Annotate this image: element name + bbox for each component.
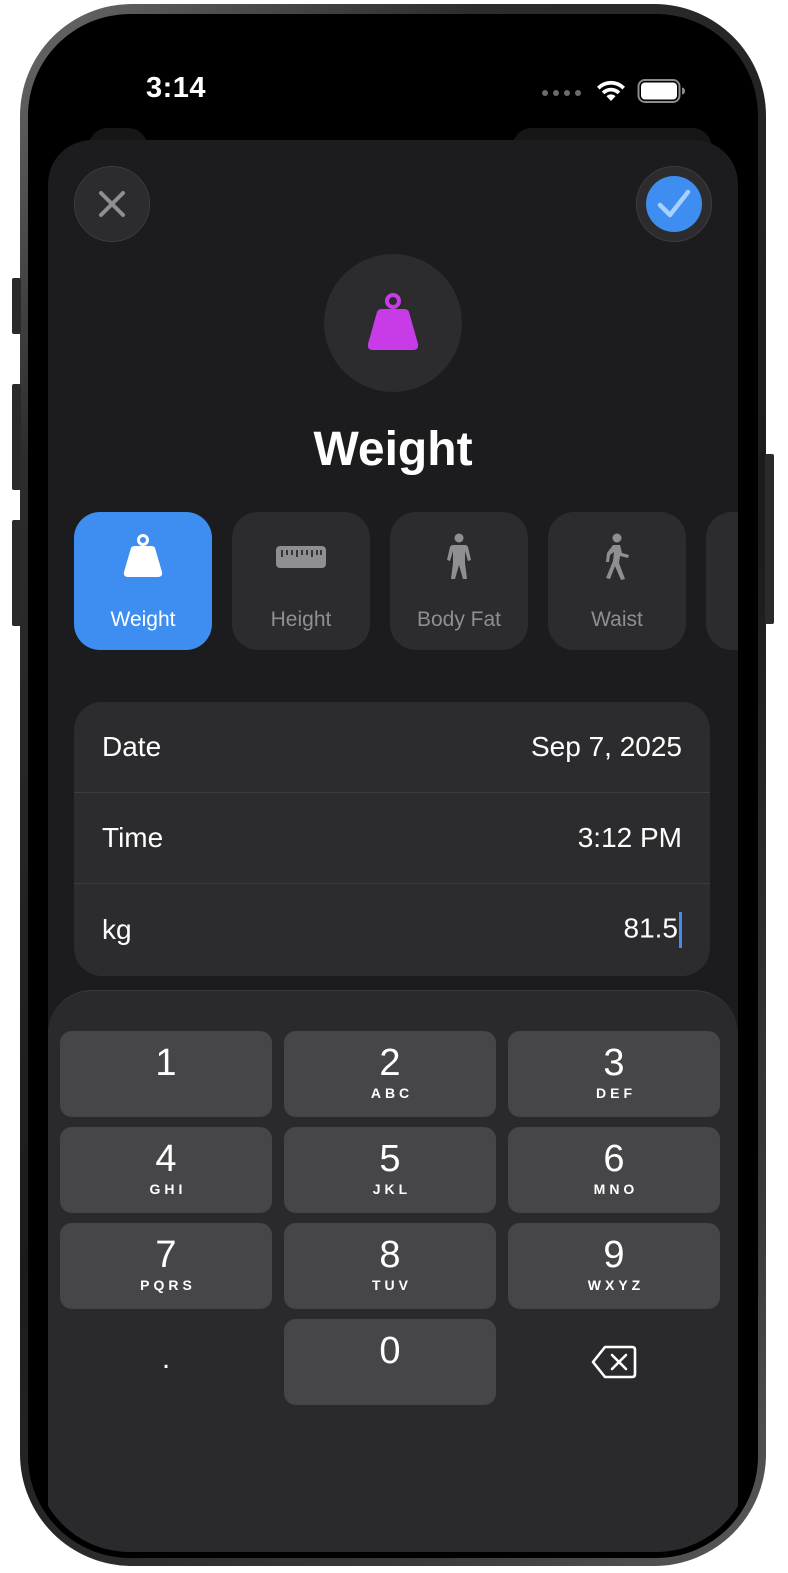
- action-button: [12, 278, 21, 334]
- done-button[interactable]: [636, 166, 712, 242]
- time-row[interactable]: Time 3:12 PM: [74, 793, 710, 884]
- time-label: Time: [102, 822, 164, 853]
- key-9[interactable]: 9 WXYZ: [508, 1223, 720, 1309]
- type-body-fat[interactable]: Body Fat: [390, 512, 528, 650]
- page-title: Weight: [313, 423, 473, 476]
- figure-stand-icon: [447, 533, 471, 579]
- key-8[interactable]: 8 TUV: [284, 1223, 496, 1309]
- close-button[interactable]: [74, 166, 150, 242]
- volume-up-button: [12, 384, 21, 490]
- done-button-fill: [646, 176, 702, 232]
- ruler-icon: [276, 546, 326, 568]
- key-decimal[interactable]: .: [60, 1319, 272, 1405]
- type-label: Body Fat: [416, 608, 502, 631]
- wifi-icon: [597, 80, 625, 101]
- cellular-dots-icon: [542, 90, 581, 96]
- scale-weight-icon: [123, 534, 163, 577]
- key-6[interactable]: 6 MNO: [508, 1127, 720, 1213]
- scale-weight-icon: [367, 293, 419, 350]
- key-7[interactable]: 7 PQRS: [60, 1223, 272, 1309]
- key-delete[interactable]: [508, 1319, 720, 1405]
- time-value[interactable]: 3:12 PM: [578, 822, 682, 854]
- type-label: Waist: [591, 608, 643, 631]
- figure-walk-icon: [606, 533, 629, 580]
- key-3[interactable]: 3 DEF: [508, 1031, 720, 1117]
- key-0[interactable]: 0: [284, 1319, 496, 1405]
- measurement-type-selector: Weight Height Body Fat Waist: [74, 512, 738, 652]
- numeric-keypad: 1 2 ABC 3 DEF 4 GHI 5 JKL 6 MNO 7 PQRS 8: [48, 990, 738, 1552]
- type-height[interactable]: Height: [232, 512, 370, 650]
- type-more[interactable]: [706, 512, 738, 650]
- key-2[interactable]: 2 ABC: [284, 1031, 496, 1117]
- delete-left-icon: [591, 1345, 637, 1379]
- date-label: Date: [102, 731, 162, 762]
- value-row[interactable]: kg 81.5: [74, 884, 710, 976]
- side-button: [765, 454, 774, 624]
- type-label: Height: [270, 608, 332, 631]
- unit-label: kg: [102, 914, 132, 945]
- screen: 3:14 Weight Weight Height Body Fat Waist…: [34, 20, 752, 1552]
- weight-input[interactable]: 81.5: [623, 912, 682, 948]
- text-cursor: [679, 912, 682, 948]
- status-time: 3:14: [146, 72, 207, 104]
- type-label: Weight: [110, 608, 176, 631]
- type-waist[interactable]: Waist: [548, 512, 686, 650]
- date-value[interactable]: Sep 7, 2025: [531, 731, 682, 763]
- xmark-icon: [99, 191, 125, 217]
- key-5[interactable]: 5 JKL: [284, 1127, 496, 1213]
- weight-value: 81.5: [623, 912, 679, 944]
- status-icons: [542, 76, 687, 106]
- key-4[interactable]: 4 GHI: [60, 1127, 272, 1213]
- date-row[interactable]: Date Sep 7, 2025: [74, 702, 710, 793]
- entry-form: Date Sep 7, 2025 Time 3:12 PM kg 81.5: [74, 702, 710, 976]
- type-weight[interactable]: Weight: [74, 512, 212, 650]
- volume-down-button: [12, 520, 21, 626]
- checkmark-icon: [657, 189, 691, 218]
- key-1[interactable]: 1: [60, 1031, 272, 1117]
- hero-weight-icon-container: [324, 254, 462, 392]
- battery-icon: [637, 79, 685, 103]
